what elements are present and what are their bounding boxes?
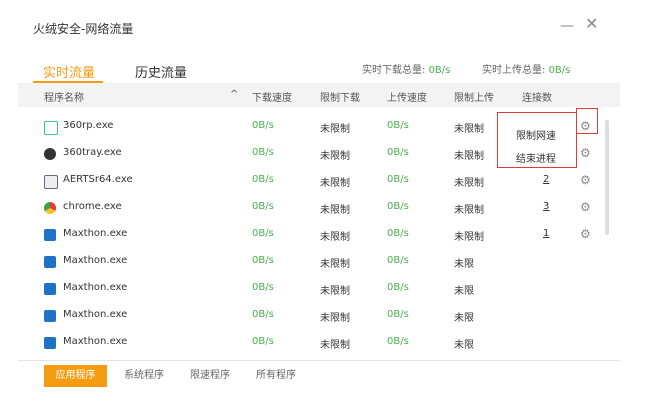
connection-count[interactable]: 3 <box>543 201 549 212</box>
limit-upload: 未限制 <box>454 205 484 216</box>
sort-indicator[interactable]: ^ <box>230 89 238 100</box>
window-title: 火绒安全-网络流量 <box>33 22 134 36</box>
download-speed: 0B/s <box>252 228 274 239</box>
maxthon-icon <box>44 337 56 349</box>
download-total: 实时下载总量: 0B/s <box>362 61 450 76</box>
limit-download: 未限制 <box>320 313 350 324</box>
limit-download: 未限制 <box>320 205 350 216</box>
download-speed: 0B/s <box>252 282 274 293</box>
upload-speed: 0B/s <box>387 147 409 158</box>
download-total-label: 实时下载总量: <box>362 65 429 76</box>
scrollbar[interactable] <box>605 120 609 235</box>
col-connections[interactable]: 连接数 <box>522 89 552 104</box>
program-name: Maxthon.exe <box>63 309 128 320</box>
limit-upload: 未限制 <box>454 151 484 162</box>
upload-speed: 0B/s <box>387 282 409 293</box>
limit-upload: 未限 <box>454 340 474 351</box>
download-speed: 0B/s <box>252 255 274 266</box>
gear-icon[interactable]: ⚙ <box>580 227 592 241</box>
filter-apps-button[interactable]: 应用程序 <box>44 365 107 387</box>
limit-download: 未限制 <box>320 340 350 351</box>
download-speed: 0B/s <box>252 147 274 158</box>
connection-count[interactable]: 2 <box>543 174 549 185</box>
col-limit-upload[interactable]: 限制上传 <box>454 89 494 104</box>
menu-limit-speed[interactable]: 限制网速 <box>516 127 556 142</box>
gear-icon[interactable]: ⚙ <box>580 200 592 214</box>
upload-total: 实时上传总量: 0B/s <box>482 61 570 76</box>
limit-download: 未限制 <box>320 178 350 189</box>
connection-count[interactable]: 1 <box>543 228 549 239</box>
upload-speed: 0B/s <box>387 174 409 185</box>
program-name: Maxthon.exe <box>63 255 128 266</box>
limit-download: 未限制 <box>320 286 350 297</box>
limit-download: 未限制 <box>320 124 350 135</box>
program-name: Maxthon.exe <box>63 282 128 293</box>
program-name: Maxthon.exe <box>63 336 128 347</box>
upload-speed: 0B/s <box>387 120 409 131</box>
menu-end-process[interactable]: 结束进程 <box>516 150 556 165</box>
limit-upload: 未限 <box>454 259 474 270</box>
download-speed: 0B/s <box>252 120 274 131</box>
minimize-button[interactable]: — <box>560 18 574 34</box>
360rp-icon <box>44 121 58 135</box>
upload-speed: 0B/s <box>387 336 409 347</box>
filter-limited-button[interactable]: 限速程序 <box>190 365 230 387</box>
filter-all-button[interactable]: 所有程序 <box>256 365 296 387</box>
upload-total-value: 0B/s <box>548 65 571 76</box>
tab-realtime[interactable]: 实时流量 <box>43 62 95 81</box>
maxthon-icon <box>44 310 56 322</box>
maxthon-icon <box>44 283 56 295</box>
upload-speed: 0B/s <box>387 255 409 266</box>
filter-system-button[interactable]: 系统程序 <box>124 365 164 387</box>
col-limit-download[interactable]: 限制下载 <box>320 89 360 104</box>
limit-download: 未限制 <box>320 151 350 162</box>
tab-history[interactable]: 历史流量 <box>135 62 187 81</box>
download-speed: 0B/s <box>252 174 274 185</box>
upload-total-label: 实时上传总量: <box>482 65 549 76</box>
limit-upload: 未限 <box>454 286 474 297</box>
aertsr-icon <box>44 175 58 189</box>
gear-icon[interactable]: ⚙ <box>580 146 592 160</box>
program-name: Maxthon.exe <box>63 228 128 239</box>
col-upload-speed[interactable]: 上传速度 <box>387 89 427 104</box>
download-speed: 0B/s <box>252 201 274 212</box>
upload-speed: 0B/s <box>387 228 409 239</box>
download-total-value: 0B/s <box>428 65 451 76</box>
program-name: 360rp.exe <box>63 120 114 131</box>
gear-highlight-box <box>576 108 598 134</box>
upload-speed: 0B/s <box>387 201 409 212</box>
upload-speed: 0B/s <box>387 309 409 320</box>
limit-upload: 未限制 <box>454 124 484 135</box>
limit-download: 未限制 <box>320 259 350 270</box>
program-name: chrome.exe <box>63 201 122 212</box>
program-name: 360tray.exe <box>63 147 122 158</box>
limit-upload: 未限制 <box>454 178 484 189</box>
col-download-speed[interactable]: 下载速度 <box>252 89 292 104</box>
download-speed: 0B/s <box>252 336 274 347</box>
col-program-name[interactable]: 程序名称 <box>44 89 84 104</box>
footer-divider <box>18 360 620 361</box>
program-name: AERTSr64.exe <box>63 174 133 185</box>
maxthon-icon <box>44 256 56 268</box>
limit-upload: 未限制 <box>454 232 484 243</box>
maxthon-icon <box>44 229 56 241</box>
limit-upload: 未限 <box>454 313 474 324</box>
chrome-icon <box>44 202 56 214</box>
360tray-icon <box>44 148 56 160</box>
limit-download: 未限制 <box>320 232 350 243</box>
close-button[interactable]: ✕ <box>585 14 598 33</box>
download-speed: 0B/s <box>252 309 274 320</box>
gear-icon[interactable]: ⚙ <box>580 173 592 187</box>
